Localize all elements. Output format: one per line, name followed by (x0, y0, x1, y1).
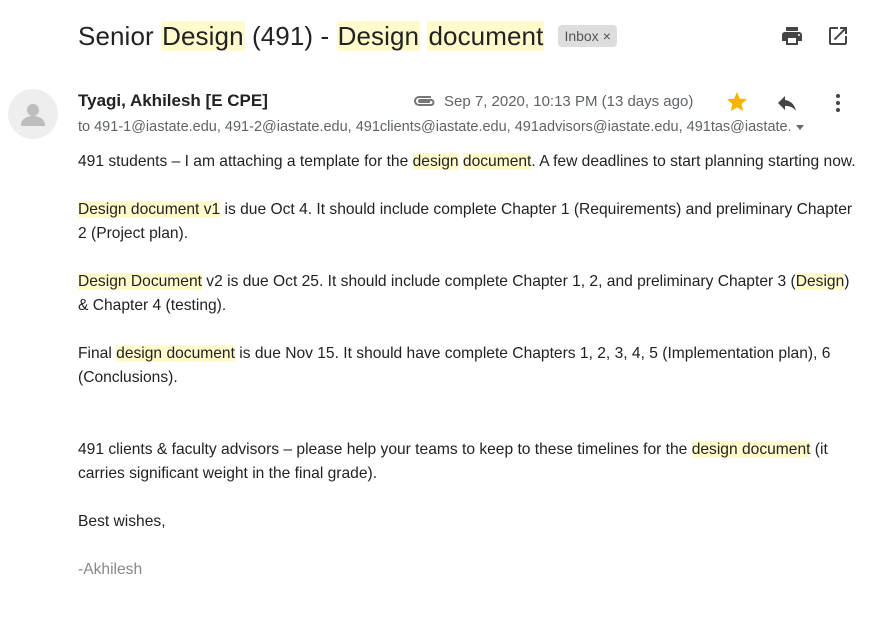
reply-icon[interactable] (775, 91, 799, 115)
body-highlight: document (130, 201, 200, 218)
attachment-icon (414, 96, 435, 106)
body-paragraph: 491 clients & faculty advisors – please … (78, 438, 858, 486)
body-highlight: design (116, 345, 163, 362)
email-body: 491 students – I am attaching a template… (78, 150, 858, 582)
body-paragraph: Final design document is due Nov 15. It … (78, 342, 858, 390)
subject-highlight: Design (336, 20, 421, 51)
body-highlight: design (412, 153, 459, 170)
message-date: Sep 7, 2020, 10:13 PM (13 days ago) (444, 92, 694, 110)
inbox-label-text: Inbox (564, 28, 599, 44)
email-subject: Senior Design (491) - Design document (78, 20, 545, 52)
sender-avatar[interactable] (8, 89, 58, 139)
subject-highlight: Design (161, 20, 245, 51)
open-in-new-window-icon[interactable] (826, 24, 850, 48)
body-highlight: design (691, 441, 738, 458)
subject-highlight: document (427, 20, 545, 51)
person-icon (21, 104, 45, 126)
message-meta: Sep 7, 2020, 10:13 PM (13 days ago) (412, 92, 693, 110)
recipients-line: to 491-1@iastate.edu, 491-2@iastate.edu,… (78, 119, 790, 135)
remove-label-icon[interactable]: × (603, 28, 611, 44)
sender-name[interactable]: Tyagi, Akhilesh [E CPE] (78, 91, 268, 111)
body-text: v2 is due Oct 25. It should include comp… (201, 273, 796, 290)
body-paragraph: Best wishes, (78, 510, 858, 534)
subject-text: Senior (78, 20, 162, 51)
body-text: 491 clients & faculty advisors – please … (78, 441, 692, 458)
body-highlight: v1 (203, 201, 221, 218)
body-paragraph: 491 students – I am attaching a template… (78, 150, 858, 174)
chevron-down-icon[interactable] (793, 120, 807, 134)
star-icon[interactable] (725, 90, 749, 114)
body-paragraph: Design Document v2 is due Oct 25. It sho… (78, 270, 858, 318)
body-text: Best wishes, (78, 513, 166, 530)
body-highlight: document (741, 441, 811, 458)
body-highlight: document (166, 345, 235, 362)
body-text: 491 students – I am attaching a template… (78, 153, 413, 170)
body-text: . A few deadlines to start planning star… (531, 153, 856, 170)
print-icon[interactable] (780, 24, 804, 48)
signature: -Akhilesh (78, 561, 143, 578)
subject-row: Senior Design (491) - Design document In… (78, 18, 617, 54)
body-highlight: Design (78, 273, 127, 290)
body-highlight: Design (795, 273, 845, 290)
body-highlight: document (462, 153, 532, 170)
body-paragraph: Design document v1 is due Oct 4. It shou… (78, 198, 858, 246)
subject-text: (491) - (244, 20, 337, 51)
inbox-label-chip[interactable]: Inbox × (558, 25, 617, 47)
more-options-icon[interactable] (826, 91, 850, 115)
body-highlight: Design (78, 201, 127, 218)
body-text: Final (78, 345, 117, 362)
body-highlight: Document (130, 273, 202, 290)
